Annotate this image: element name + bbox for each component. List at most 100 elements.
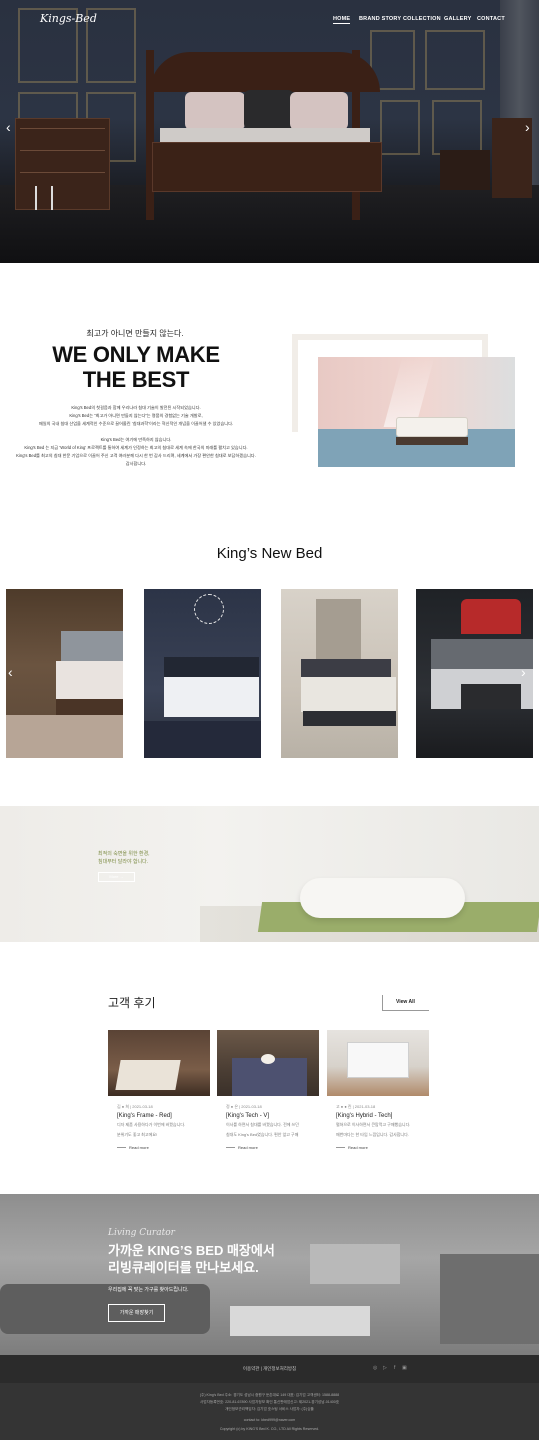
pillow [300, 878, 465, 918]
cabinet [440, 1254, 539, 1344]
footer-copyright: Copyright (c) by KING'S Bed K. CO., LTD … [219, 1427, 320, 1431]
wall-panel [432, 100, 482, 155]
nav-gallery[interactable]: GALLERY [444, 16, 471, 22]
bed-frame [56, 699, 123, 715]
archway [316, 599, 361, 659]
new-bed-title: King’s New Bed [216, 545, 323, 562]
footer-info: (주) King's Bed 주소: 경기도 성남시 중원구 둔촌대로 149 … [0, 1383, 539, 1440]
review-image [327, 1030, 429, 1096]
arrow-line-icon [226, 1147, 235, 1148]
facebook-icon[interactable]: f [394, 1365, 395, 1371]
banner-more-button[interactable]: More → [98, 872, 135, 882]
intro-paragraph: King's Bed의 첫걸음과 함께 우리나라 침대 기술이 발전된 시작되었… [0, 404, 272, 468]
intro-title-line1: WE ONLY MAKE [52, 342, 220, 367]
bed-linen [301, 677, 396, 712]
footer-business-info: 사업자등록번호: 220-81-67890 사업자정보 확인 통신판매업신고: … [199, 1400, 340, 1404]
pillow [290, 92, 348, 130]
review-title: [King's Frame - Red] [117, 1113, 172, 1119]
chandelier-icon [194, 594, 224, 624]
review-meta: 정 ● 은 | 2021-03-18 [226, 1104, 262, 1109]
review-meta: 김 ● 희 | 2021-03-18 [117, 1104, 153, 1109]
banner-line1: 최적의 숙면을 위한 환경, [98, 851, 150, 857]
blog-icon[interactable]: ▣ [402, 1365, 407, 1371]
review-text: 이사를 하면서 침대를 바꿨습니다. 전에 쓰던 [226, 1122, 299, 1127]
pillow [244, 90, 294, 130]
review-card[interactable]: 정 ● 은 | 2021-03-18 [King's Tech - V] 이사를… [217, 1030, 319, 1150]
new-bed-next-icon[interactable]: › [521, 664, 526, 680]
intro-text-line: King's Bed 는 지금 ‘World of King’ 프로젝트를 통하… [24, 445, 248, 450]
review-read-more[interactable]: Read more [327, 1145, 429, 1150]
view-all-link[interactable]: View All [396, 999, 415, 1005]
hero-next-arrow-icon[interactable]: › [525, 119, 530, 135]
candles [35, 186, 53, 210]
intro-text-line: King's Bed는 “최고가 아니면 만들지 않는다”는 명품의 경험없는 … [69, 413, 203, 418]
sleep-banner: 최적의 숙면을 위한 환경, 침대부터 달라야 합니다. More → [0, 806, 539, 942]
review-card[interactable]: 고 ● ● 린 | 2021-03-18 [King's Hybrid - Te… [327, 1030, 429, 1150]
footer-email[interactable]: contact to: kbed999@naver.com [0, 1418, 539, 1422]
review-title: [King's Tech - V] [226, 1113, 270, 1119]
bed-throw [461, 684, 521, 709]
living-curator-section: Living Curator 가까운 KING’S BED 매장에서 리빙큐레이… [0, 1194, 539, 1355]
floor [144, 721, 261, 758]
bed-linen [115, 1060, 181, 1090]
dresser [15, 118, 110, 210]
new-bed-card[interactable] [416, 589, 533, 758]
site-logo[interactable]: Kings-Bed [40, 12, 97, 25]
bed-sheet [160, 128, 370, 142]
arrow-line-icon [117, 1147, 126, 1148]
review-text: 분위기도 좋고 최고에요! [117, 1132, 158, 1137]
footer-privacy-info: 개인정보관리책임자: 김기업 호스팅 서비스 사업자: (주)심플 [225, 1407, 314, 1411]
wall-panel [425, 30, 485, 90]
read-more-label: Read more [129, 1145, 149, 1150]
drawer-line [20, 128, 105, 129]
new-bed-card[interactable] [6, 589, 123, 758]
intro-text-line: King's Bed의 첫걸음과 함께 우리나라 침대 기술이 발전된 시작되었… [71, 405, 201, 410]
review-card[interactable]: 김 ● 희 | 2021-03-18 [King's Frame - Red] … [108, 1030, 210, 1150]
banner-line2: 침대부터 달라야 합니다. [98, 859, 149, 865]
new-bed-card[interactable] [144, 589, 261, 758]
mattress-base [396, 437, 468, 445]
bed-post [146, 50, 154, 220]
red-canopy [461, 599, 521, 634]
floor [6, 715, 123, 758]
mattress [347, 1042, 409, 1078]
nav-contact[interactable]: CONTACT [477, 16, 505, 22]
nav-home[interactable]: HOME [333, 16, 351, 24]
nav-collection[interactable]: COLLECTION [403, 16, 441, 22]
instagram-icon[interactable]: ◎ [373, 1365, 377, 1371]
wall-panel [380, 100, 420, 155]
intro-text-line: King's Bed를 최고의 침대 한문 기업으로 이끌어 주신 고객 여러분… [16, 453, 256, 458]
review-text: 매번마다는 한 타임 느낌입니다. 감사합니다. [336, 1132, 409, 1137]
footer-company-info: (주) King's Bed 주소: 경기도 성남시 중원구 둔촌대로 149 … [199, 1393, 340, 1397]
review-meta: 고 ● ● 린 | 2021-03-18 [336, 1104, 376, 1109]
youtube-icon[interactable]: ▷ [383, 1365, 387, 1371]
new-bed-card[interactable] [281, 589, 398, 758]
nav-brand-story[interactable]: BRAND STORY [359, 16, 401, 22]
intro-title-line2: THE BEST [82, 367, 190, 392]
read-more-label: Read more [348, 1145, 368, 1150]
review-title: [King's Hybrid - Tech] [336, 1113, 393, 1119]
review-text: 디자 제품 사용하다가 이번에 바꿨습니다. [117, 1122, 186, 1127]
dog [261, 1054, 275, 1064]
bed-footboard [152, 142, 382, 192]
review-text: 펼쳐으로 이사하면서 큰맘먹고 구매했습니다. [336, 1122, 411, 1127]
intro-text-line: King's Bed는 여기에 만족하지 않습니다. [100, 437, 172, 442]
review-image [217, 1030, 319, 1096]
arrow-line-icon [336, 1147, 345, 1148]
dining-table [310, 1244, 400, 1284]
read-more-label: Read more [238, 1145, 258, 1150]
new-bed-prev-icon[interactable]: ‹ [8, 664, 13, 680]
find-store-button[interactable]: 가까운 매장찾기 [108, 1304, 165, 1322]
review-image [108, 1030, 210, 1096]
curator-subtitle: 우리집에 꼭 맞는 가구를 찾아드립니다. [108, 1287, 189, 1293]
footer-top-bar: 이용약관 | 개인정보처리방침 ◎ ▷ f ▣ [0, 1355, 539, 1383]
pillow [185, 92, 245, 130]
coffee-table [230, 1306, 370, 1336]
drawer-line [20, 150, 105, 151]
hero-prev-arrow-icon[interactable]: ‹ [6, 119, 11, 135]
mattress [396, 417, 468, 437]
footer-links[interactable]: 이용약관 | 개인정보처리방침 [0, 1366, 539, 1372]
review-read-more[interactable]: Read more [217, 1145, 319, 1150]
intro-subtitle: 최고가 아니면 만들지 않는다. [86, 329, 184, 338]
review-read-more[interactable]: Read more [108, 1145, 210, 1150]
